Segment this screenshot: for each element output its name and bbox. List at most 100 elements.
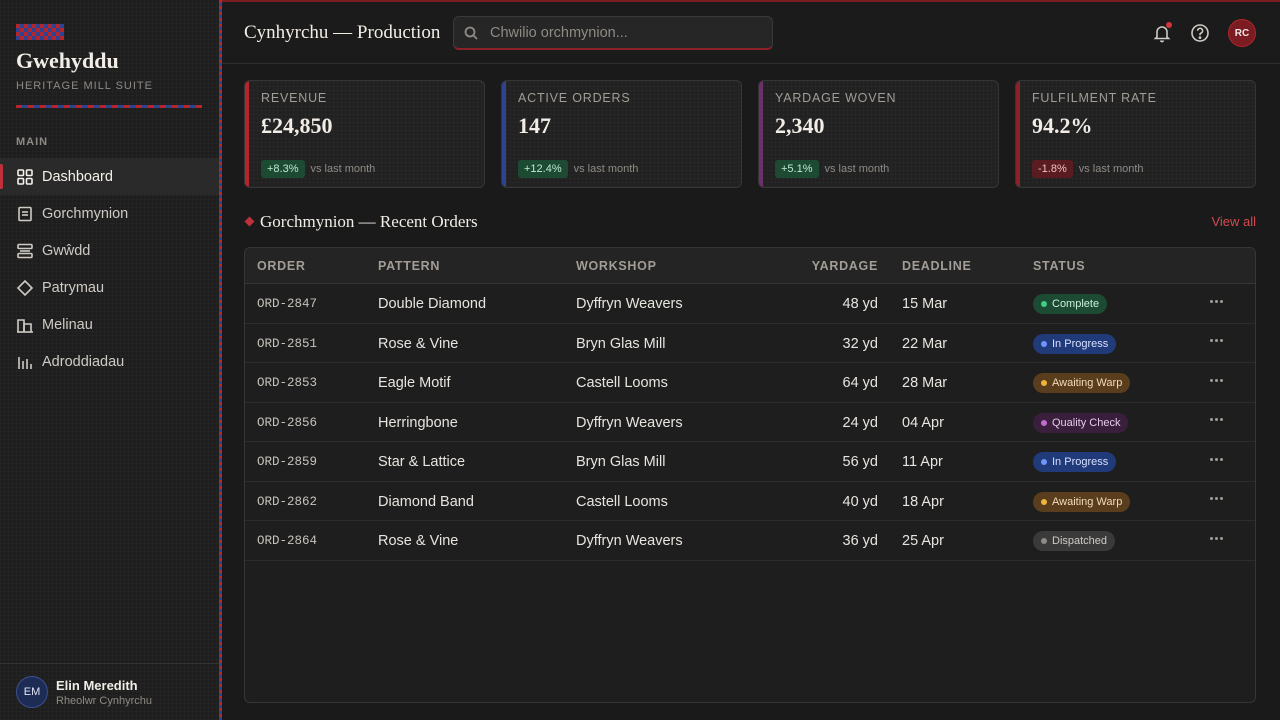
diamond-bullet-icon [244, 216, 255, 227]
user-details: Elin Meredith Rheolwr Cynhyrchu [56, 678, 152, 707]
bar-chart-icon [18, 356, 32, 369]
table-row[interactable]: ORD-2862 Diamond Band Castell Looms 40 yd 18… [245, 482, 1255, 521]
pattern-name: Star & Lattice [378, 454, 466, 470]
more-dot-icon [1219, 536, 1223, 540]
deadline-date: 22 Mar [902, 335, 948, 352]
sidebar-item-label: Melinau [42, 316, 93, 333]
brand-subtitle: HERITAGE MILL SUITE [16, 80, 153, 92]
column-header-status[interactable]: STATUS [1033, 259, 1085, 273]
order-id[interactable]: ORD-2859 [257, 455, 317, 469]
kpi-delta-badge: +5.1% [775, 160, 819, 178]
column-header-deadline[interactable]: DEADLINE [902, 259, 972, 273]
brand-divider [16, 105, 202, 108]
sidebar-item-gwwdd[interactable]: Gwŵdd [0, 232, 219, 269]
table-row[interactable]: ORD-2864 Rose & Vine Dyffryn Weavers 36 yd 2… [245, 521, 1255, 561]
more-dot-icon [1214, 497, 1218, 500]
table-row[interactable]: ORD-2851 Rose & Vine Bryn Glas Mill 32 yd 22… [245, 324, 1255, 363]
sidebar-item-adroddiadau[interactable]: Adroddiadau [0, 343, 219, 380]
more-dot-icon [1209, 497, 1213, 500]
kpi-footer: -1.8% vs last month [1032, 160, 1144, 178]
sidebar-item-melinau[interactable]: Melinau [0, 306, 219, 343]
row-actions-button[interactable] [1207, 528, 1225, 548]
view-all-link[interactable]: View all [1211, 214, 1256, 229]
kpi-compare-text: vs last month [1078, 163, 1144, 175]
more-dot-icon [1214, 536, 1218, 540]
row-actions-button[interactable] [1207, 370, 1225, 390]
workshop-name: Dyffryn Weavers [576, 533, 683, 549]
sidebar-item-label: Gwŵdd [42, 242, 91, 259]
kpi-card-fulfilment-rate: FULFILMENT RATE 94.2% -1.8% vs last mont… [1015, 80, 1256, 188]
kpi-footer: +8.3% vs last month [261, 160, 375, 178]
row-actions-button[interactable] [1207, 449, 1225, 469]
order-id[interactable]: ORD-2847 [257, 297, 317, 311]
kpi-accent-bar [1016, 81, 1020, 187]
order-id[interactable]: ORD-2864 [257, 534, 317, 548]
loom-icon [17, 243, 33, 258]
search-icon [464, 26, 478, 40]
order-id[interactable]: ORD-2862 [257, 495, 317, 509]
sidebar-item-dashboard[interactable]: Dashboard [0, 158, 219, 195]
search-box[interactable] [453, 16, 773, 50]
sidebar-item-label: Adroddiadau [42, 353, 125, 370]
column-header-workshop[interactable]: WORKSHOP [576, 259, 657, 273]
more-dot-icon [1209, 457, 1213, 461]
yardage-value: 36 yd [842, 533, 878, 549]
status-badge: Dispatched [1033, 531, 1116, 551]
table-row[interactable]: ORD-2847 Double Diamond Dyffryn Weavers 48 … [245, 284, 1255, 324]
sidebar-item-label: Dashboard [42, 168, 113, 185]
kpi-delta-badge: +12.4% [518, 160, 568, 178]
order-id[interactable]: ORD-2853 [257, 376, 317, 390]
more-dot-icon [1219, 378, 1223, 382]
status-dot-icon [1041, 538, 1047, 544]
row-actions-button[interactable] [1207, 331, 1225, 351]
search-input[interactable] [490, 24, 760, 41]
section-title: Gorchmynion — Recent Orders [260, 212, 478, 231]
kpi-label: FULFILMENT RATE [1032, 91, 1157, 105]
status-label: Awaiting Warp [1052, 495, 1123, 508]
column-header-yardage[interactable]: YARDAGE [812, 259, 878, 273]
more-dot-icon [1209, 299, 1213, 303]
deadline-date: 18 Apr [902, 493, 944, 510]
brand-logo [16, 24, 64, 40]
sidebar: Gwehyddu HERITAGE MILL SUITE MAIN Dashbo… [0, 0, 222, 720]
pattern-name: Rose & Vine [378, 533, 459, 549]
account-avatar[interactable]: RC [1228, 19, 1256, 47]
sidebar-nav: Dashboard Gorchmynion Gwŵdd Patrymau Mel… [0, 158, 219, 380]
order-id[interactable]: ORD-2856 [257, 416, 317, 430]
help-button[interactable] [1190, 23, 1210, 43]
row-actions-button[interactable] [1207, 291, 1225, 311]
notification-dot [1166, 22, 1172, 28]
kpi-accent-bar [759, 81, 763, 187]
sidebar-item-patrymau[interactable]: Patrymau [0, 269, 219, 306]
kpi-accent-bar [502, 81, 506, 187]
kpi-card-revenue: REVENUE £24,850 +8.3% vs last month [244, 80, 485, 188]
deadline-date: 28 Mar [902, 375, 948, 391]
yardage-value: 40 yd [842, 493, 878, 510]
diamond-icon [16, 279, 34, 296]
table-row[interactable]: ORD-2859 Star & Lattice Bryn Glas Mill 56 y… [245, 442, 1255, 482]
column-header-pattern[interactable]: PATTERN [378, 259, 440, 273]
table-row[interactable]: ORD-2856 Herringbone Dyffryn Weavers 24 yd 0… [245, 403, 1255, 442]
order-id[interactable]: ORD-2851 [257, 337, 317, 351]
status-label: In Progress [1052, 337, 1109, 350]
sidebar-woven-border [219, 0, 222, 720]
user-profile[interactable]: EM Elin Meredith Rheolwr Cynhyrchu [0, 663, 219, 720]
kpi-card-yardage-woven: YARDAGE WOVEN 2,340 +5.1% vs last month [758, 80, 999, 188]
kpi-value: 147 [518, 113, 551, 138]
pattern-name: Double Diamond [378, 296, 487, 312]
notifications-button[interactable] [1152, 22, 1172, 43]
pattern-name: Rose & Vine [378, 335, 459, 352]
more-dot-icon [1214, 378, 1218, 382]
sidebar-item-gorchmynion[interactable]: Gorchmynion [0, 195, 219, 232]
row-actions-button[interactable] [1207, 410, 1225, 430]
kpi-value: 2,340 [775, 113, 825, 138]
row-actions-button[interactable] [1207, 489, 1225, 509]
kpi-card-active-orders: ACTIVE ORDERS 147 +12.4% vs last month [501, 80, 742, 188]
status-badge: Awaiting Warp [1033, 491, 1131, 512]
deadline-date: 25 Apr [902, 533, 944, 549]
status-label: Complete [1052, 298, 1100, 310]
table-row[interactable]: ORD-2853 Eagle Motif Castell Looms 64 yd 28 … [245, 363, 1255, 403]
sidebar-item-label: Patrymau [42, 279, 105, 296]
pattern-name: Eagle Motif [378, 375, 451, 391]
column-header-order[interactable]: ORDER [257, 259, 306, 273]
